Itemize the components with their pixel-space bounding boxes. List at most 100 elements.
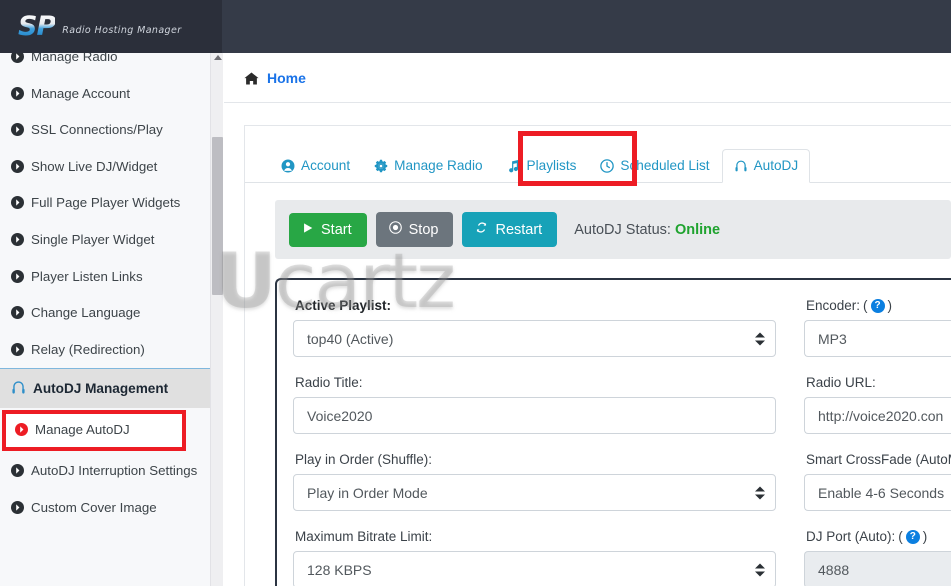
encoder-input[interactable]: MP3 bbox=[804, 320, 951, 357]
main-content: Home Account Manage Radio Playlists Sche… bbox=[224, 53, 951, 586]
active-playlist-value: top40 (Active) bbox=[307, 330, 394, 347]
restart-button[interactable]: Restart bbox=[462, 212, 558, 247]
sidebar-item-player-listen-links[interactable]: Player Listen Links bbox=[0, 259, 210, 296]
sidebar-section-label: AutoDJ Management bbox=[33, 381, 169, 397]
radio-title-input[interactable]: Voice2020 bbox=[293, 397, 776, 434]
sidebar-item-label: Player Listen Links bbox=[31, 268, 143, 284]
sidebar-scrollbar[interactable] bbox=[210, 53, 223, 586]
play-in-order-value: Play in Order Mode bbox=[307, 484, 428, 501]
sidebar-item-full-page-player-widgets[interactable]: Full Page Player Widgets bbox=[0, 185, 210, 222]
chevron-circle-right-icon bbox=[11, 464, 24, 478]
gear-icon bbox=[374, 159, 388, 173]
sidebar-item-relay-redirection[interactable]: Relay (Redirection) bbox=[0, 332, 210, 369]
headphones-icon bbox=[734, 159, 748, 173]
sidebar-item-autodj-interruption-settings[interactable]: AutoDJ Interruption Settings bbox=[0, 453, 210, 490]
brand-logo[interactable]: SP Radio Hosting Manager bbox=[0, 0, 222, 53]
encoder-label: Encoder: ( ? ) bbox=[806, 298, 951, 313]
autodj-status: AutoDJ Status: Online bbox=[574, 222, 720, 238]
radio-url-input[interactable]: http://voice2020.con bbox=[804, 397, 951, 434]
clock-icon bbox=[600, 158, 615, 173]
sidebar-item-manage-account[interactable]: Manage Account bbox=[0, 76, 210, 113]
smart-crossfade-value: Enable 4-6 Seconds bbox=[818, 484, 945, 501]
dj-port-help-open-paren: ( bbox=[898, 529, 903, 544]
sidebar-item-label: Single Player Widget bbox=[31, 232, 155, 248]
sidebar-item-label: SSL Connections/Play bbox=[31, 122, 163, 138]
tab-account[interactable]: Account bbox=[269, 149, 362, 183]
play-in-order-select[interactable]: Play in Order Mode bbox=[293, 474, 776, 511]
sidebar-item-manage-autodj[interactable]: Manage AutoDJ bbox=[6, 414, 182, 447]
settings-left-column: Active Playlist: top40 (Active) Radio Ti… bbox=[277, 298, 792, 586]
dj-port-value: 4888 bbox=[818, 561, 850, 578]
sidebar-item-change-language[interactable]: Change Language bbox=[0, 295, 210, 332]
dj-port-input: 4888 bbox=[804, 551, 951, 586]
chevron-circle-right-icon bbox=[11, 159, 24, 173]
user-circle-icon bbox=[281, 159, 295, 173]
sidebar-item-label: Custom Cover Image bbox=[31, 499, 157, 515]
sidebar-item-label: Manage Account bbox=[31, 85, 131, 101]
encoder-help-open-paren: ( bbox=[863, 298, 868, 313]
tab-autodj[interactable]: AutoDJ bbox=[721, 149, 811, 183]
dj-port-label-text: DJ Port (Auto): bbox=[806, 529, 896, 544]
chevron-updown-icon bbox=[755, 332, 765, 345]
sidebar-item-manage-radio[interactable]: Manage Radio bbox=[0, 53, 210, 76]
radio-url-value: http://voice2020.con bbox=[818, 407, 944, 424]
tab-label: AutoDJ bbox=[753, 158, 799, 173]
chevron-circle-right-icon bbox=[11, 306, 24, 320]
help-icon[interactable]: ? bbox=[870, 298, 885, 313]
tab-label: Account bbox=[301, 158, 351, 173]
play-in-order-label: Play in Order (Shuffle): bbox=[295, 452, 433, 467]
dj-port-help-close-paren: ) bbox=[922, 529, 928, 544]
sidebar-item-label: Full Page Player Widgets bbox=[31, 195, 181, 211]
sidebar-item-single-player-widget[interactable]: Single Player Widget bbox=[0, 222, 210, 259]
sidebar: Manage Radio Manage Account SSL Connecti… bbox=[0, 53, 210, 586]
radio-title-label: Radio Title: bbox=[295, 375, 363, 390]
chevron-circle-right-icon bbox=[11, 342, 24, 356]
radio-title-value: Voice2020 bbox=[307, 407, 373, 424]
stop-button[interactable]: Stop bbox=[375, 212, 454, 247]
chevron-circle-right-icon bbox=[11, 233, 24, 247]
smart-crossfade-select[interactable]: Enable 4-6 Seconds bbox=[804, 474, 951, 511]
chevron-circle-right-icon bbox=[11, 123, 24, 137]
scroll-up-arrow-icon[interactable] bbox=[214, 55, 222, 60]
settings-right-column: Encoder: ( ? ) MP3 Radio URL: http://voi… bbox=[804, 298, 951, 586]
brand-tagline: Radio Hosting Manager bbox=[62, 24, 182, 36]
max-bitrate-select[interactable]: 128 KBPS bbox=[293, 551, 776, 586]
tab-label: Scheduled List bbox=[620, 158, 710, 173]
chevron-updown-icon bbox=[755, 486, 765, 499]
smart-crossfade-label: Smart CrossFade (AutoM bbox=[806, 452, 951, 467]
top-navbar: SP Radio Hosting Manager bbox=[0, 0, 951, 53]
tab-manage-radio[interactable]: Manage Radio bbox=[362, 149, 494, 183]
encoder-label-text: Encoder: bbox=[806, 298, 861, 313]
encoder-value: MP3 bbox=[818, 330, 847, 347]
autodj-status-value: Online bbox=[674, 221, 721, 238]
chevron-circle-right-icon bbox=[11, 269, 24, 283]
breadcrumb-home-link[interactable]: Home bbox=[267, 70, 306, 86]
refresh-icon bbox=[475, 221, 488, 238]
max-bitrate-value: 128 KBPS bbox=[307, 561, 372, 578]
music-note-icon bbox=[507, 159, 521, 173]
active-playlist-select[interactable]: top40 (Active) bbox=[293, 320, 776, 357]
start-button[interactable]: Start bbox=[289, 212, 367, 247]
tab-playlists[interactable]: Playlists bbox=[495, 149, 589, 183]
sidebar-item-label: Show Live DJ/Widget bbox=[31, 158, 158, 174]
tab-scheduled-list[interactable]: Scheduled List bbox=[588, 149, 721, 183]
sidebar-item-custom-cover-image[interactable]: Custom Cover Image bbox=[0, 490, 210, 527]
home-icon bbox=[244, 72, 259, 85]
chevron-updown-icon bbox=[755, 563, 765, 576]
sidebar-section-autodj-management[interactable]: AutoDJ Management bbox=[0, 368, 210, 409]
sidebar-item-label: Manage AutoDJ bbox=[35, 422, 130, 438]
stop-circle-icon bbox=[388, 221, 402, 238]
tab-label: Playlists bbox=[526, 158, 577, 173]
sidebar-scrollbar-thumb[interactable] bbox=[212, 137, 223, 295]
encoder-help-close-paren: ) bbox=[887, 298, 893, 313]
help-icon[interactable]: ? bbox=[905, 529, 920, 544]
sidebar-item-label: Relay (Redirection) bbox=[31, 341, 145, 357]
play-icon bbox=[302, 222, 314, 238]
sidebar-item-label: Change Language bbox=[31, 305, 141, 321]
sidebar-item-show-live-dj[interactable]: Show Live DJ/Widget bbox=[0, 149, 210, 186]
restart-button-label: Restart bbox=[495, 221, 543, 238]
headphones-icon bbox=[11, 380, 26, 397]
sidebar-item-ssl-connections[interactable]: SSL Connections/Play bbox=[0, 112, 210, 149]
brand-logo-text: SP bbox=[18, 11, 56, 42]
chevron-circle-right-icon bbox=[11, 196, 24, 210]
